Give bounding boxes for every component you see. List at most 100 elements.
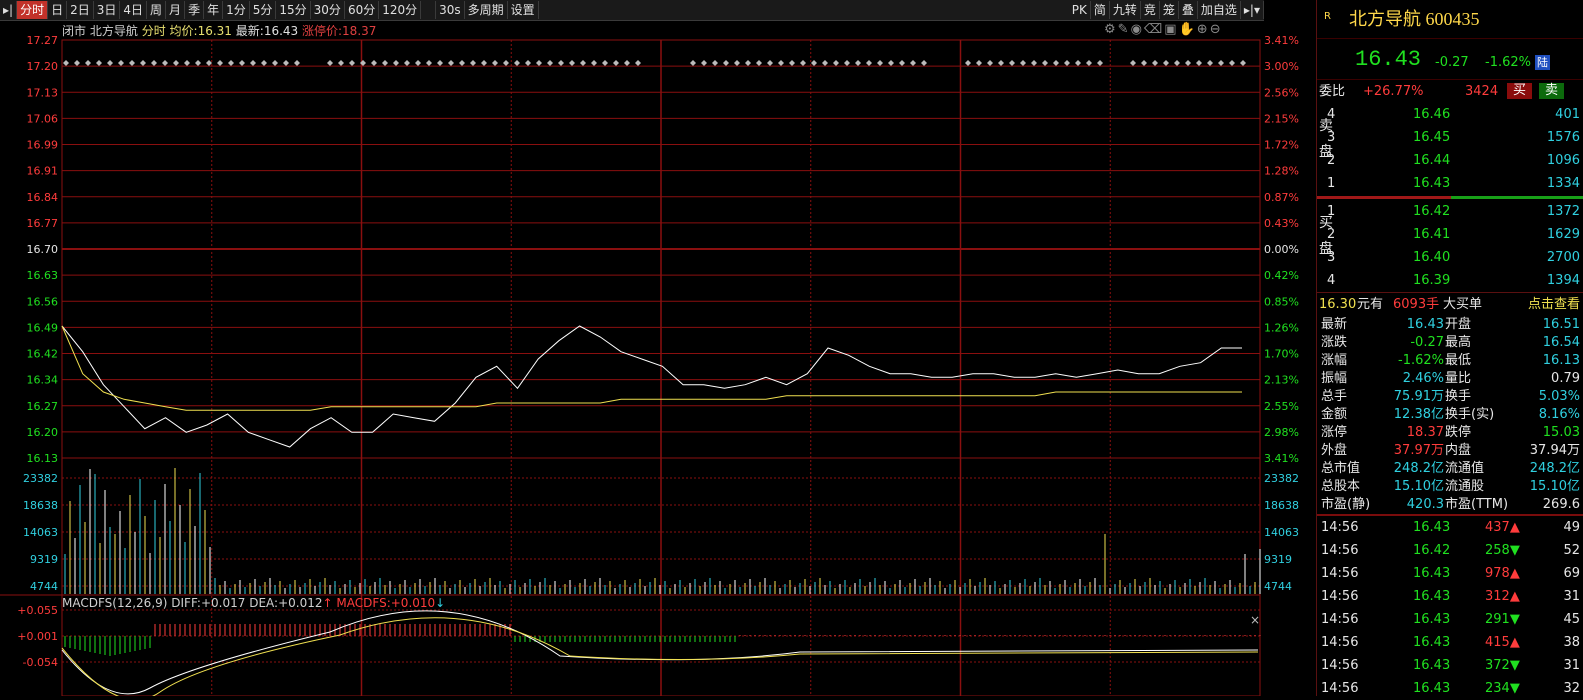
price-tick-label: 17.20 — [27, 60, 59, 73]
quote-header: R 北方导航 600435 — [1317, 0, 1583, 39]
buys-row[interactable]: 2 16.41 1629 — [1317, 223, 1583, 246]
event-diamond-icon — [437, 60, 443, 66]
period-tab-15[interactable]: 30s — [436, 1, 465, 19]
period-tab-0[interactable]: 分时 — [17, 1, 49, 19]
toolbar-right-4[interactable]: 笼 — [1160, 1, 1179, 19]
lock-icon[interactable]: ▣ — [1164, 22, 1178, 37]
sells-row[interactable]: 4 16.46 401 — [1317, 103, 1583, 126]
level-volume: 1576 — [1546, 130, 1580, 145]
price-change: -0.27 — [1435, 55, 1469, 70]
price-tick-label: 17.06 — [27, 112, 59, 125]
stock-name: 北方导航 — [89, 24, 138, 38]
market-status: 闭市 — [62, 24, 87, 38]
period-tab-11[interactable]: 15分 — [276, 1, 311, 19]
buys-row[interactable]: 4 16.39 1394 — [1317, 269, 1583, 292]
sell-button[interactable]: 卖 — [1539, 83, 1565, 99]
tick-vol-text: 291 — [1485, 612, 1510, 627]
toolbar-right-6[interactable]: 加自选 — [1198, 1, 1241, 19]
stat-row: 振幅 2.46% 量比 0.79 — [1317, 370, 1583, 388]
zoom-in-icon[interactable]: ⊕ — [1197, 22, 1210, 37]
toolbar-right-5[interactable]: 叠 — [1179, 1, 1198, 19]
period-tab-17[interactable]: 设置 — [508, 1, 539, 19]
stat-value-2: 5.03% — [1538, 389, 1580, 404]
stat-label-2: 最高 — [1445, 335, 1472, 350]
stat-row: 涨跌 -0.27 最高 16.54 — [1317, 334, 1583, 352]
event-diamond-icon — [261, 60, 267, 66]
period-tab-16[interactable]: 多周期 — [465, 1, 508, 19]
event-diamond-icon — [910, 60, 916, 66]
price-tick-label: 16.56 — [27, 295, 59, 308]
pct-tick-label: 0.42% — [1264, 269, 1299, 282]
period-tab-7[interactable]: 季 — [185, 1, 205, 19]
period-tab-3[interactable]: 3日 — [94, 1, 121, 19]
tick-volume: 415▲ — [1485, 631, 1520, 654]
level-volume: 1629 — [1546, 227, 1580, 242]
level-price: 16.41 — [1413, 227, 1451, 242]
trash-icon[interactable]: ⌫ — [1144, 22, 1164, 37]
eye-icon[interactable]: ◉ — [1131, 22, 1144, 37]
level: 3 — [1327, 130, 1336, 145]
intraday-chart[interactable]: 17.27 3.41% 17.20 3.00% 17.13 2.56% 17.06 2.15%… — [0, 20, 1312, 700]
stat-value: 248.2亿 — [1393, 461, 1444, 476]
close-indicator-icon[interactable]: × — [1250, 613, 1260, 627]
event-diamond-icon — [470, 60, 476, 66]
stat-label-2: 最低 — [1445, 353, 1472, 368]
draw-icon[interactable]: ✎ — [1118, 22, 1131, 37]
vol-tick-label: 14063 — [23, 526, 58, 539]
event-diamond-icon — [866, 60, 872, 66]
stat-value-2: 16.54 — [1542, 335, 1580, 350]
tick-count: 49 — [1563, 520, 1580, 535]
price-change-pct: -1.62% — [1485, 55, 1531, 70]
toolbar-right-2[interactable]: 九转 — [1110, 1, 1141, 19]
buys-row[interactable]: 1 16.42 1372 — [1317, 200, 1583, 223]
event-diamond-icon — [789, 60, 795, 66]
buy-button[interactable]: 买 — [1507, 83, 1533, 99]
stat-row: 总市值 248.2亿 流通值 248.2亿 — [1317, 460, 1583, 478]
tick-time: 14:56 — [1321, 589, 1359, 604]
period-tab-10[interactable]: 5分 — [250, 1, 277, 19]
buys-row[interactable]: 3 16.40 2700 — [1317, 246, 1583, 269]
period-tab-1[interactable]: 日 — [48, 1, 68, 19]
stat-value-2: 16.51 — [1542, 317, 1580, 332]
lu-badge: 陆 — [1535, 55, 1550, 70]
tick-price: 16.43 — [1413, 612, 1451, 627]
period-tab-5[interactable]: 周 — [147, 1, 167, 19]
hand-icon[interactable]: ✋ — [1179, 22, 1197, 37]
limit-value: 18.37 — [342, 24, 377, 38]
stat-label: 总股本 — [1321, 479, 1361, 494]
last-label: 最新: — [235, 24, 264, 38]
period-tab-14[interactable]: 120分 — [379, 1, 422, 19]
sells-row[interactable]: 2 16.44 1096 — [1317, 149, 1583, 172]
level-price: 16.40 — [1413, 250, 1451, 265]
big-order-link[interactable]: 点击查看 — [1528, 293, 1580, 316]
tick-list: 14:56 16.43 437▲ 49 14:56 16.42 258▼ 52 14:56 16.… — [1317, 516, 1583, 700]
tick-time: 14:56 — [1321, 658, 1359, 673]
sells-row[interactable]: 1 16.43 1334 — [1317, 172, 1583, 195]
pct-tick-label: 0.87% — [1264, 191, 1299, 204]
stat-value: -0.27 — [1410, 335, 1444, 350]
expand-icon[interactable]: ▸|▾ — [1241, 1, 1264, 19]
pct-tick-label: 1.26% — [1264, 321, 1299, 334]
period-tab-4[interactable]: 4日 — [120, 1, 148, 19]
period-tab-13[interactable]: 60分 — [345, 1, 380, 19]
nav-icon[interactable]: ▸| — [0, 1, 18, 19]
toolbar-right-0[interactable]: PK — [1069, 1, 1091, 19]
toolbar-right-1[interactable]: 简 — [1091, 1, 1110, 19]
stat-label-2: 开盘 — [1445, 317, 1472, 332]
zoom-out-icon[interactable]: ⊖ — [1210, 22, 1223, 37]
sells-row[interactable]: 3 16.45 1576 — [1317, 126, 1583, 149]
period-tab-12[interactable]: 30分 — [311, 1, 345, 19]
event-diamond-icon — [734, 60, 740, 66]
period-tab-2[interactable]: 2日 — [67, 1, 94, 19]
period-tab-8[interactable]: 年 — [204, 1, 224, 19]
period-tab-9[interactable]: 1分 — [223, 1, 250, 19]
tick-count: 52 — [1563, 543, 1580, 558]
tick-volume: 372▼ — [1485, 654, 1520, 677]
toolbar-right-3[interactable]: 竞 — [1141, 1, 1160, 19]
tick-price: 16.43 — [1413, 589, 1451, 604]
settings-icon[interactable]: ⚙ — [1104, 22, 1118, 37]
period-tab-6[interactable]: 月 — [166, 1, 186, 19]
event-diamond-icon — [107, 60, 113, 66]
up-arrow-icon: ▲ — [1509, 566, 1520, 581]
pct-tick-label: 1.28% — [1264, 165, 1299, 178]
